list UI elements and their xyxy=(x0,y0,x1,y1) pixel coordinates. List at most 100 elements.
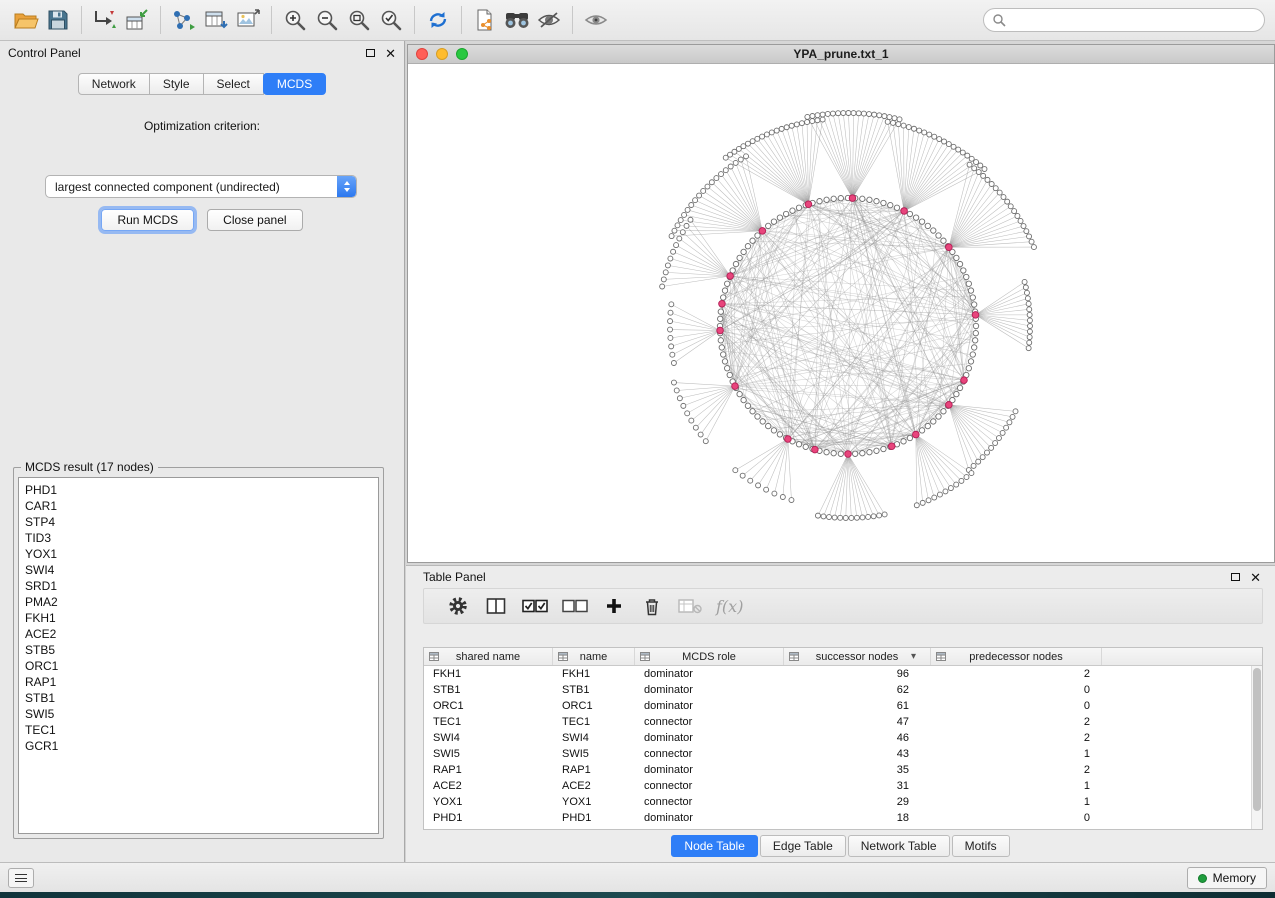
mcds-result-item[interactable]: STP4 xyxy=(19,514,378,530)
window-maximize-icon[interactable] xyxy=(456,48,468,60)
disabled-table-action-icon xyxy=(678,593,702,619)
mcds-result-list[interactable]: PHD1CAR1STP4TID3YOX1SWI4SRD1PMA2FKH1ACE2… xyxy=(18,477,379,834)
column-layout-icon[interactable] xyxy=(484,593,508,619)
tab-network[interactable]: Network xyxy=(78,73,150,95)
network-canvas[interactable] xyxy=(408,64,1274,562)
mcds-result-item[interactable]: GCR1 xyxy=(19,738,378,754)
mcds-result-item[interactable]: ORC1 xyxy=(19,658,378,674)
mcds-result-item[interactable]: CAR1 xyxy=(19,498,378,514)
mcds-result-item[interactable]: FKH1 xyxy=(19,610,378,626)
tab-motifs[interactable]: Motifs xyxy=(952,835,1010,857)
tab-mcds[interactable]: MCDS xyxy=(263,73,326,95)
mcds-result-item[interactable]: SRD1 xyxy=(19,578,378,594)
column-type-icon xyxy=(789,652,799,661)
status-menu-button[interactable] xyxy=(8,868,34,888)
new-table-icon[interactable] xyxy=(200,5,232,35)
mcds-result-item[interactable]: PMA2 xyxy=(19,594,378,610)
window-close-icon[interactable] xyxy=(416,48,428,60)
close-table-panel-icon[interactable]: ✕ xyxy=(1250,571,1261,584)
close-panel-icon[interactable]: ✕ xyxy=(385,47,396,60)
main-toolbar xyxy=(0,0,1275,41)
import-table-icon[interactable] xyxy=(121,5,153,35)
document-share-icon[interactable] xyxy=(469,5,501,35)
new-network-icon[interactable] xyxy=(168,5,200,35)
zoom-out-icon[interactable] xyxy=(311,5,343,35)
search-input[interactable] xyxy=(1006,13,1256,27)
table-row[interactable]: SWI4SWI4dominator462 xyxy=(424,730,1262,746)
column-header-shared-name[interactable]: shared name xyxy=(424,648,553,665)
network-window-titlebar[interactable]: YPA_prune.txt_1 xyxy=(408,45,1274,64)
desktop-wallpaper xyxy=(0,892,1275,898)
float-table-panel-icon[interactable] xyxy=(1231,573,1240,581)
table-row[interactable]: FKH1FKH1dominator962 xyxy=(424,666,1262,682)
search-network-icon[interactable] xyxy=(501,5,533,35)
toolbar-divider xyxy=(271,6,272,34)
column-header-successor-nodes[interactable]: successor nodes ▾ xyxy=(784,648,931,665)
tab-edge-table[interactable]: Edge Table xyxy=(760,835,846,857)
application-window: Control Panel ✕ Network Style Select MCD… xyxy=(0,0,1275,898)
column-header-mcds-role[interactable]: MCDS role xyxy=(635,648,784,665)
mcds-result-item[interactable]: PHD1 xyxy=(19,482,378,498)
table-settings-gear-icon[interactable] xyxy=(446,593,470,619)
mcds-result-item[interactable]: RAP1 xyxy=(19,674,378,690)
table-panel-header: Table Panel ✕ xyxy=(406,566,1275,588)
table-row[interactable]: YOX1YOX1connector291 xyxy=(424,794,1262,810)
tab-select[interactable]: Select xyxy=(203,73,264,95)
sort-dropdown-icon[interactable]: ▾ xyxy=(911,651,916,662)
zoom-in-icon[interactable] xyxy=(279,5,311,35)
mcds-result-item[interactable]: ACE2 xyxy=(19,626,378,642)
table-row[interactable]: SWI5SWI5connector431 xyxy=(424,746,1262,762)
select-all-icon[interactable] xyxy=(522,593,548,619)
refresh-icon[interactable] xyxy=(422,5,454,35)
table-row[interactable]: RAP1RAP1dominator352 xyxy=(424,762,1262,778)
memory-label: Memory xyxy=(1213,871,1256,885)
window-minimize-icon[interactable] xyxy=(436,48,448,60)
show-hide-icon[interactable] xyxy=(580,5,612,35)
mcds-result-item[interactable]: YOX1 xyxy=(19,546,378,562)
mcds-result-item[interactable]: STB1 xyxy=(19,690,378,706)
table-row[interactable]: TEC1TEC1connector472 xyxy=(424,714,1262,730)
save-icon[interactable] xyxy=(42,5,74,35)
delete-column-icon[interactable] xyxy=(640,593,664,619)
close-panel-button[interactable]: Close panel xyxy=(207,209,302,231)
table-scrollbar-thumb[interactable] xyxy=(1253,668,1261,811)
table-panel-tabs: Node Table Edge Table Network Table Moti… xyxy=(406,835,1275,857)
column-header-predecessor-nodes[interactable]: predecessor nodes xyxy=(931,648,1102,665)
zoom-fit-icon[interactable] xyxy=(343,5,375,35)
run-mcds-button[interactable]: Run MCDS xyxy=(101,209,194,231)
mcds-result-item[interactable]: TEC1 xyxy=(19,722,378,738)
global-search[interactable] xyxy=(983,8,1265,32)
table-row[interactable]: ACE2ACE2connector311 xyxy=(424,778,1262,794)
zoom-selected-icon[interactable] xyxy=(375,5,407,35)
add-column-icon[interactable] xyxy=(602,593,626,619)
style-preview-icon[interactable] xyxy=(533,5,565,35)
tab-network-table[interactable]: Network Table xyxy=(848,835,950,857)
mcds-result-item[interactable]: SWI4 xyxy=(19,562,378,578)
table-row[interactable]: ORC1ORC1dominator610 xyxy=(424,698,1262,714)
table-scrollbar[interactable] xyxy=(1251,666,1262,829)
mcds-result-item[interactable]: STB5 xyxy=(19,642,378,658)
float-panel-icon[interactable] xyxy=(366,49,375,57)
open-file-icon[interactable] xyxy=(10,5,42,35)
memory-button[interactable]: Memory xyxy=(1187,867,1267,889)
tab-style[interactable]: Style xyxy=(149,73,204,95)
function-builder-icon: f(x) xyxy=(716,593,743,619)
optimization-criterion-dropdown[interactable]: largest connected component (undirected) xyxy=(45,175,357,198)
column-type-icon xyxy=(640,652,650,661)
control-panel-tabs: Network Style Select MCDS xyxy=(0,73,404,95)
toolbar-divider xyxy=(461,6,462,34)
mcds-result-item[interactable]: SWI5 xyxy=(19,706,378,722)
control-panel-title: Control Panel xyxy=(8,46,81,60)
tab-node-table[interactable]: Node Table xyxy=(671,835,758,857)
column-header-name[interactable]: name xyxy=(553,648,635,665)
right-workspace: YPA_prune.txt_1 Table Panel ✕ xyxy=(406,41,1275,862)
table-row[interactable]: PHD1PHD1dominator180 xyxy=(424,810,1262,826)
dropdown-selected-value: largest connected component (undirected) xyxy=(46,180,337,194)
import-network-icon[interactable] xyxy=(89,5,121,35)
mcds-result-item[interactable]: TID3 xyxy=(19,530,378,546)
deselect-all-icon[interactable] xyxy=(562,593,588,619)
node-table-body: FKH1FKH1dominator962STB1STB1dominator620… xyxy=(424,666,1262,826)
table-row[interactable]: STB1STB1dominator620 xyxy=(424,682,1262,698)
search-icon xyxy=(992,13,1006,27)
export-image-icon[interactable] xyxy=(232,5,264,35)
